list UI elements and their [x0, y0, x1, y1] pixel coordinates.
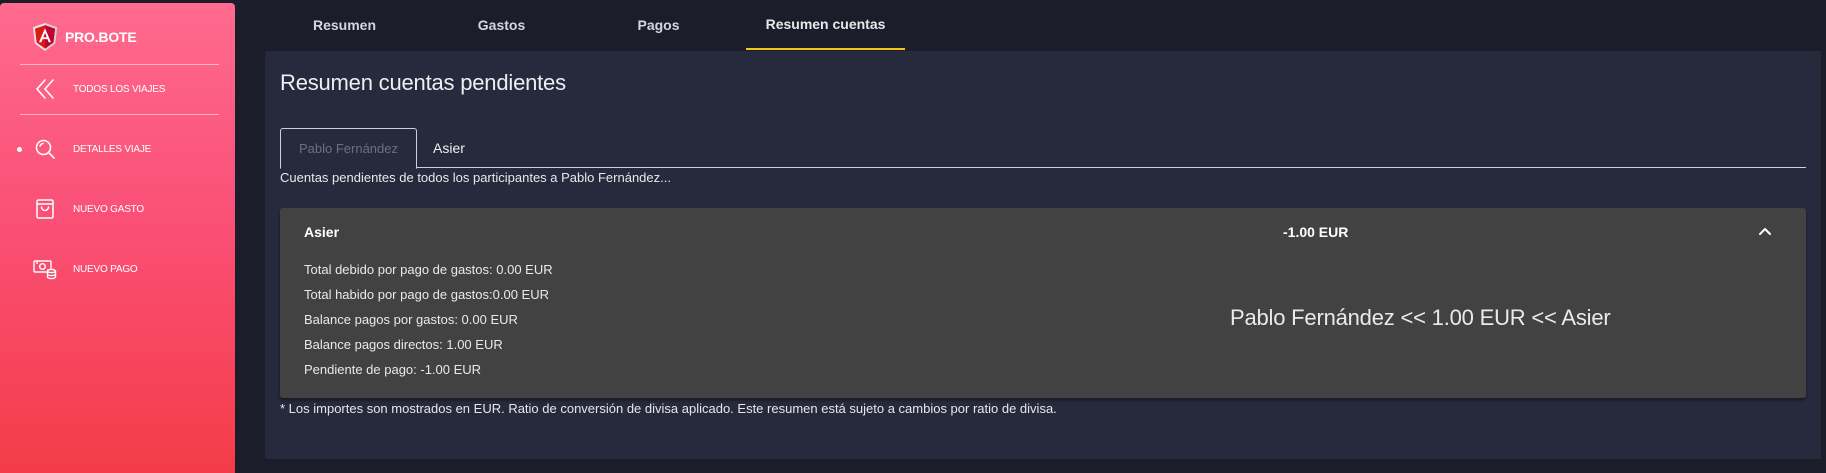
- description: Cuentas pendientes de todos los particip…: [280, 170, 671, 185]
- sidebar-item-detalles-viaje[interactable]: DETALLES VIAJE: [0, 129, 235, 169]
- sidebar: PRO.BOTE TODOS LOS VIAJES DETALLES VIAJE: [0, 3, 235, 473]
- detail-line: Total habido por pago de gastos:0.00 EUR: [304, 287, 550, 302]
- cash-icon: [32, 256, 58, 282]
- sidebar-divider: [20, 64, 219, 65]
- footnote: * Los importes son mostrados en EUR. Rat…: [280, 401, 1057, 416]
- active-indicator-dot: [17, 146, 22, 152]
- top-tab-bar: Resumen Gastos Pagos Resumen cuentas: [266, 0, 1826, 50]
- tab-label: Asier: [433, 140, 465, 156]
- sidebar-divider: [20, 114, 219, 115]
- tab-label: Gastos: [477, 17, 526, 33]
- payment-flow-summary: Pablo Fernández << 1.00 EUR << Asier: [1230, 305, 1611, 330]
- page-title: Resumen cuentas pendientes: [280, 70, 566, 95]
- brand[interactable]: PRO.BOTE: [33, 21, 137, 53]
- sidebar-item-label: TODOS LOS VIAJES: [73, 83, 166, 95]
- participant-name: Asier: [304, 224, 340, 240]
- shopping-bag-icon: [32, 196, 58, 222]
- tab-person-asier[interactable]: Asier: [417, 128, 481, 168]
- sidebar-item-nuevo-pago[interactable]: NUEVO PAGO: [0, 249, 235, 289]
- tab-resumen-cuentas[interactable]: Resumen cuentas: [746, 0, 905, 50]
- tab-label: Pagos: [637, 17, 680, 33]
- sidebar-item-label: NUEVO PAGO: [73, 263, 138, 275]
- angular-logo-icon: [33, 23, 57, 51]
- search-icon: [32, 136, 58, 162]
- brand-name: PRO.BOTE: [65, 29, 137, 45]
- tab-person-pablo-fernandez[interactable]: Pablo Fernández: [280, 128, 417, 169]
- account-card[interactable]: Asier -1.00 EUR Total debido por pago de…: [280, 208, 1806, 398]
- sidebar-item-label: DETALLES VIAJE: [73, 143, 152, 155]
- tab-label: Resumen cuentas: [765, 16, 886, 32]
- tab-gastos[interactable]: Gastos: [423, 0, 580, 50]
- main-panel: Resumen cuentas pendientes Pablo Fernánd…: [265, 51, 1821, 459]
- sidebar-item-nuevo-gasto[interactable]: NUEVO GASTO: [0, 189, 235, 229]
- tab-label: Pablo Fernández: [298, 141, 398, 156]
- sidebar-item-label: NUEVO GASTO: [73, 203, 144, 215]
- detail-line: Total debido por pago de gastos: 0.00 EU…: [304, 262, 553, 277]
- detail-line: Pendiente de pago: -1.00 EUR: [304, 362, 482, 377]
- sidebar-item-todos-los-viajes[interactable]: TODOS LOS VIAJES: [0, 69, 235, 109]
- tab-pagos[interactable]: Pagos: [580, 0, 737, 50]
- tab-label: Resumen: [312, 17, 377, 33]
- chevron-up-icon[interactable]: [1752, 218, 1778, 244]
- balance-amount: -1.00 EUR: [1283, 224, 1349, 240]
- tab-resumen[interactable]: Resumen: [266, 0, 423, 50]
- person-tab-bar: Pablo Fernández Asier: [280, 128, 1806, 169]
- detail-line: Balance pagos por gastos: 0.00 EUR: [304, 312, 518, 327]
- detail-line: Balance pagos directos: 1.00 EUR: [304, 337, 503, 352]
- chevrons-left-icon: [32, 76, 58, 102]
- balance-details: Total debido por pago de gastos: 0.00 EU…: [304, 257, 553, 382]
